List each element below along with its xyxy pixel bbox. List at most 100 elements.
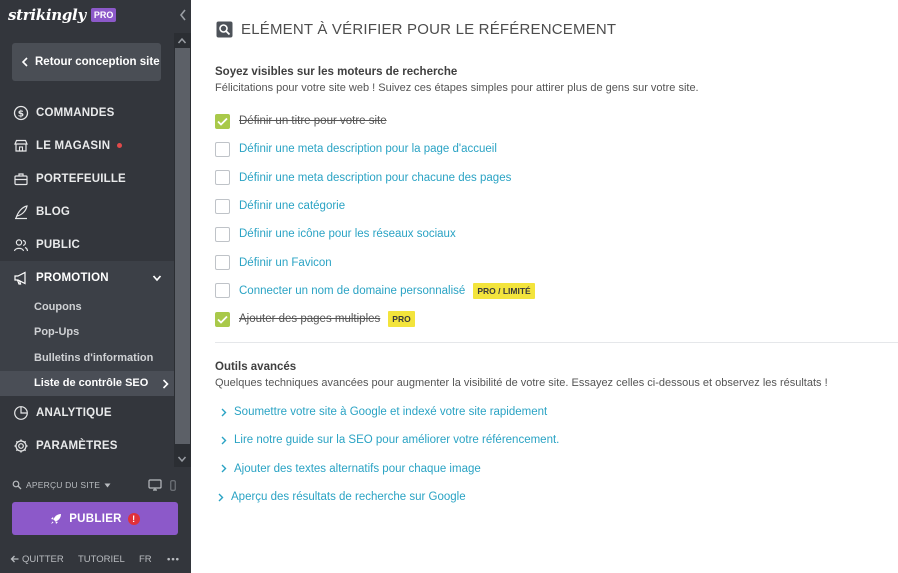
back-to-design-label: Retour conception site [35, 56, 160, 68]
sidebar-footer: QUITTER TUTORIEL FR ••• [10, 552, 185, 566]
checklist-item-category[interactable]: Définir une catégorie [215, 192, 535, 220]
sidebar-item-label: PROMOTION [36, 271, 109, 284]
sidebar-item-label: PORTEFEUILLE [36, 172, 126, 185]
sidebar-item-blog[interactable]: BLOG [0, 195, 174, 228]
arrow-left-icon [10, 555, 19, 563]
sidebar-item-commandes[interactable]: $ COMMANDES [0, 96, 174, 129]
advanced-link-seo-guide[interactable]: Lire notre guide sur la SEO pour amélior… [221, 426, 559, 454]
checkbox-unchecked[interactable] [215, 141, 230, 157]
checklist-item-site-title[interactable]: Définir un titre pour votre site [215, 107, 535, 135]
advanced-link-label[interactable]: Ajouter des textes alternatifs pour chaq… [234, 463, 481, 475]
chevron-right-icon [162, 378, 169, 389]
checklist-item-label[interactable]: Définir une icône pour les réseaux socia… [239, 228, 456, 240]
caret-down-icon [104, 483, 111, 487]
checkbox-unchecked[interactable] [215, 198, 230, 214]
submenu-item-label: Coupons [34, 300, 82, 313]
chevron-left-icon[interactable] [178, 8, 188, 22]
tutorial-link[interactable]: TUTORIEL [78, 554, 125, 565]
checklist-item-label: Ajouter des pages multiples [239, 313, 381, 326]
pro-badge: PRO [90, 8, 117, 22]
promotion-submenu: Coupons Pop-Ups Bulletins d'information … [0, 294, 174, 396]
checklist-item-social-icon[interactable]: Définir une icône pour les réseaux socia… [215, 220, 535, 248]
app-window: strikingly PRO Retour conception site $ … [0, 0, 898, 573]
quit-link[interactable]: QUITTER [10, 554, 64, 565]
submenu-item-label: Pop-Ups [34, 326, 80, 339]
sidebar-item-label: PARAMÈTRES [36, 439, 118, 452]
checkbox-checked[interactable] [215, 311, 230, 327]
advanced-link-search-preview[interactable]: Aperçu des résultats de recherche sur Go… [218, 483, 559, 511]
checkbox-unchecked[interactable] [215, 170, 230, 186]
checklist-item-label[interactable]: Définir une meta description pour la pag… [239, 143, 497, 155]
checkbox-unchecked[interactable] [215, 226, 230, 242]
advanced-link-label[interactable]: Lire notre guide sur la SEO pour amélior… [234, 434, 559, 446]
logo[interactable]: strikingly [8, 6, 86, 24]
checklist-item-label[interactable]: Définir une catégorie [239, 200, 345, 212]
chevron-left-icon [21, 57, 28, 67]
advanced-link-label[interactable]: Aperçu des résultats de recherche sur Go… [231, 491, 466, 503]
pie-chart-icon [14, 405, 28, 420]
sidebar: strikingly PRO Retour conception site $ … [0, 0, 191, 573]
mobile-icon[interactable] [170, 479, 176, 491]
megaphone-icon [14, 271, 26, 285]
checklist-item-favicon[interactable]: Définir un Favicon [215, 248, 535, 276]
sidebar-item-label: COMMANDES [36, 106, 115, 119]
submenu-item-newsletters[interactable]: Bulletins d'information [0, 345, 174, 371]
store-icon [14, 139, 28, 152]
checklist-item-multiple-pages[interactable]: Ajouter des pages multiples PRO [215, 305, 535, 333]
sidebar-item-portefeuille[interactable]: PORTEFEUILLE [0, 162, 174, 195]
search-icon [12, 480, 22, 490]
submenu-item-seo-checklist[interactable]: Liste de contrôle SEO [0, 370, 174, 396]
sidebar-item-label: LE MAGASIN [36, 139, 111, 152]
submenu-item-popups[interactable]: Pop-Ups [0, 320, 174, 346]
quit-label: QUITTER [22, 553, 64, 565]
page-header: ELÉMENT À VÉRIFIER POUR LE RÉFÉRENCEMENT [216, 21, 616, 38]
people-icon [13, 238, 29, 251]
checklist-item-custom-domain[interactable]: Connecter un nom de domaine personnalisé… [215, 277, 535, 305]
checkbox-unchecked[interactable] [215, 255, 230, 271]
desktop-icon[interactable] [148, 479, 162, 491]
sidebar-scrollbar[interactable] [174, 33, 191, 467]
checklist-item-label[interactable]: Définir une meta description pour chacun… [239, 172, 511, 184]
back-to-design-button[interactable]: Retour conception site [12, 43, 161, 81]
advanced-link-submit-google[interactable]: Soumettre votre site à Google et indexé … [221, 398, 559, 426]
sidebar-item-analytique[interactable]: ANALYTIQUE [0, 396, 174, 429]
checkbox-checked[interactable] [215, 113, 230, 129]
chevron-down-icon[interactable] [177, 455, 187, 463]
sidebar-item-magasin[interactable]: LE MAGASIN [0, 129, 174, 162]
briefcase-icon [14, 172, 28, 185]
more-options-button[interactable]: ••• [167, 554, 180, 565]
submenu-item-coupons[interactable]: Coupons [0, 294, 174, 320]
notification-dot [117, 143, 123, 148]
sidebar-item-promotion[interactable]: PROMOTION [0, 261, 174, 294]
advanced-link-label[interactable]: Soumettre votre site à Google et indexé … [234, 406, 547, 418]
submenu-item-label: Bulletins d'information [34, 351, 154, 364]
checklist-item-label[interactable]: Connecter un nom de domaine personnalisé [239, 285, 465, 297]
advanced-tools-list: Soumettre votre site à Google et indexé … [218, 398, 559, 511]
logo-row: strikingly PRO [8, 6, 117, 24]
page-title: ELÉMENT À VÉRIFIER POUR LE RÉFÉRENCEMENT [241, 21, 617, 38]
sidebar-nav: $ COMMANDES LE MAGASIN PORTEFEUILLE BLOG… [0, 96, 174, 462]
seo-search-icon [216, 21, 233, 38]
advanced-section-heading: Outils avancés [215, 361, 297, 373]
alert-icon: ! [127, 512, 140, 525]
checklist-item-home-meta[interactable]: Définir une meta description pour la pag… [215, 135, 535, 163]
visibility-section-heading: Soyez visibles sur les moteurs de recher… [215, 66, 458, 78]
checkmark-icon [217, 315, 228, 324]
sidebar-item-parametres[interactable]: PARAMÈTRES [0, 429, 174, 462]
advanced-link-alt-text[interactable]: Ajouter des textes alternatifs pour chaq… [221, 455, 559, 483]
main-content: ELÉMENT À VÉRIFIER POUR LE RÉFÉRENCEMENT… [191, 0, 898, 573]
checklist-item-label: Définir un titre pour votre site [239, 115, 387, 128]
checkbox-unchecked[interactable] [215, 283, 230, 299]
publish-button[interactable]: PUBLIER ! [12, 502, 178, 535]
language-selector[interactable]: FR [139, 554, 152, 565]
checklist-item-pages-meta[interactable]: Définir une meta description pour chacun… [215, 164, 535, 192]
scrollbar-thumb[interactable] [175, 48, 190, 444]
site-preview-dropdown[interactable]: APERÇU DU SITE [26, 480, 100, 490]
chevron-right-icon [221, 464, 227, 473]
visibility-section-description: Félicitations pour votre site web ! Suiv… [215, 82, 699, 94]
seo-checklist: Définir un titre pour votre site Définir… [215, 107, 535, 333]
dollar-circle-icon: $ [13, 105, 29, 120]
checklist-item-label[interactable]: Définir un Favicon [239, 257, 332, 269]
chevron-up-icon[interactable] [177, 37, 187, 45]
sidebar-item-public[interactable]: PUBLIC [0, 228, 174, 261]
